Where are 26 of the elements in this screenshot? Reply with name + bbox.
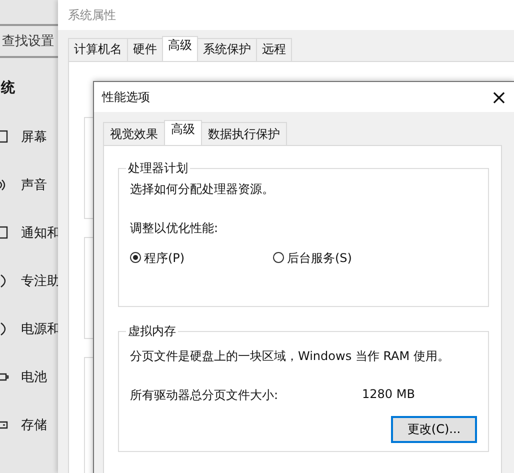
label: 调整以优化性能: [130, 220, 220, 237]
tab[interactable]: 远程 [256, 38, 292, 61]
monitor-icon [0, 128, 10, 144]
search-field[interactable]: 查找设置 [0, 34, 60, 48]
nav-item[interactable]: 声音 [0, 175, 60, 194]
group-title: 处理器计划 [127, 160, 189, 177]
nav-item[interactable]: 电池 [0, 367, 60, 386]
nav-item[interactable]: 存储 [0, 415, 60, 434]
close-button[interactable]: × [484, 82, 514, 112]
section-heading: 统 [1, 79, 16, 97]
dialog-title: 性能选项 [102, 88, 150, 106]
radio-option[interactable]: 后台服务(S) [273, 250, 416, 298]
group-title: 虚拟内存 [127, 323, 177, 340]
window-title: 系统属性 [58, 0, 514, 30]
size-value: 1280 MB [362, 387, 415, 403]
tab[interactable]: 高级 [162, 36, 198, 61]
description-text: 选择如何分配处理器资源。 [130, 181, 275, 198]
nav-item[interactable]: 屏幕 [0, 127, 60, 146]
radio-option[interactable]: 程序(P) [130, 250, 273, 298]
tab[interactable]: 高级 [164, 120, 202, 145]
description-text: 分页文件是硬盘上的一块区域，Windows 当作 RAM 使用。 [130, 348, 450, 365]
tab[interactable]: 视觉效果 [103, 122, 165, 145]
change-button[interactable]: 更改(C)... [391, 416, 477, 443]
tab[interactable]: 数据执行保护 [201, 122, 287, 145]
tab[interactable]: 计算机名 [68, 38, 128, 61]
label: 所有驱动器总分页文件大小: [130, 387, 280, 404]
